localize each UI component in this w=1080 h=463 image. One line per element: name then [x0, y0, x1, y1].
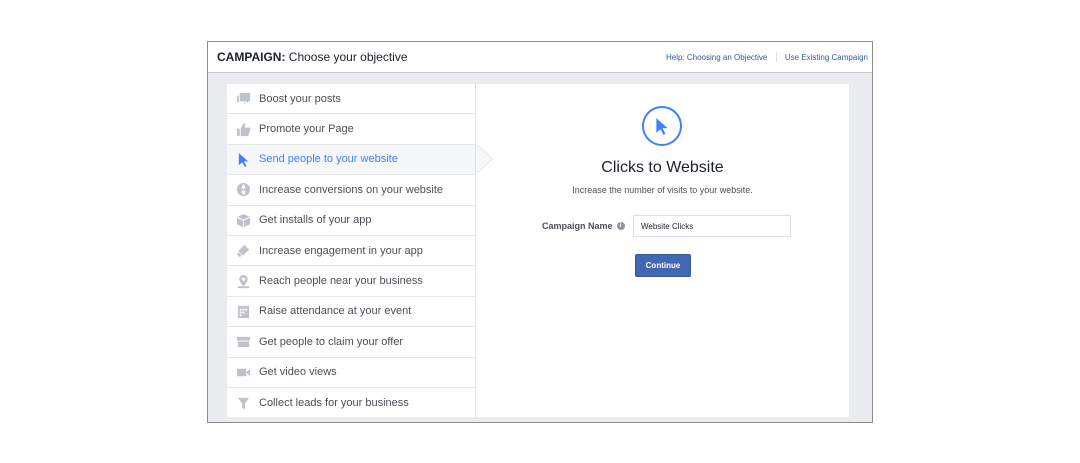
objective-label: Raise attendance at your event [259, 305, 412, 318]
objective-app-installs[interactable]: Get installs of your app [227, 206, 475, 236]
objective-label: Collect leads for your business [259, 397, 409, 410]
objective-app-engagement[interactable]: Increase engagement in your app [227, 236, 475, 267]
thumbs-up-icon [235, 121, 251, 137]
gamepad-icon [235, 243, 251, 259]
campaign-name-label-text: Campaign Name [542, 221, 613, 231]
objective-increase-conversions[interactable]: Increase conversions on your website [227, 175, 475, 206]
dialog-title: CAMPAIGN: Choose your objective [217, 50, 408, 64]
title-text: Choose your objective [288, 50, 408, 64]
detail-title: Clicks to Website [601, 159, 724, 176]
objective-label: Send people to your website [259, 153, 398, 166]
objective-offer-claims[interactable]: Get people to claim your offer [227, 327, 475, 358]
objective-event-attendance[interactable]: Raise attendance at your event [227, 297, 475, 328]
box-icon [235, 212, 251, 228]
location-pin-icon [235, 273, 251, 289]
posts-icon [235, 91, 251, 107]
header-links: Help: Choosing an Objective Use Existing… [666, 52, 868, 62]
objective-panel: Boost your posts Promote your Page Send … [227, 84, 849, 417]
campaign-name-label: Campaign Name i [542, 221, 625, 231]
objective-label: Get people to claim your offer [259, 335, 404, 348]
objective-label: Get installs of your app [259, 214, 372, 227]
continue-button[interactable]: Continue [635, 254, 691, 277]
objective-label: Boost your posts [259, 92, 341, 105]
cursor-icon [235, 151, 251, 167]
detail-description: Increase the number of visits to your we… [572, 185, 753, 195]
objective-detail: Clicks to Website Increase the number of… [476, 84, 849, 417]
objective-label: Reach people near your business [259, 275, 423, 288]
campaign-dialog: CAMPAIGN: Choose your objective Help: Ch… [207, 41, 873, 423]
objective-promote-page[interactable]: Promote your Page [227, 114, 475, 145]
objective-local-awareness[interactable]: Reach people near your business [227, 266, 475, 297]
objective-list: Boost your posts Promote your Page Send … [227, 84, 493, 418]
campaign-name-input[interactable] [633, 215, 791, 237]
objective-send-to-website[interactable]: Send people to your website [227, 143, 493, 176]
calendar-icon [235, 303, 251, 319]
objective-boost-posts[interactable]: Boost your posts [227, 84, 475, 115]
funnel-icon [235, 395, 251, 411]
use-existing-campaign-link[interactable]: Use Existing Campaign [785, 53, 868, 62]
objective-label: Increase engagement in your app [259, 244, 423, 257]
objective-label: Get video views [259, 366, 337, 379]
objective-label: Increase conversions on your website [259, 183, 444, 196]
cursor-icon [642, 106, 682, 146]
info-icon[interactable]: i [616, 222, 625, 230]
offer-icon [235, 334, 251, 350]
objective-label: Promote your Page [259, 123, 354, 136]
dialog-header: CAMPAIGN: Choose your objective Help: Ch… [208, 42, 872, 73]
title-prefix: CAMPAIGN: [217, 50, 286, 64]
link-divider [775, 52, 777, 62]
video-camera-icon [235, 364, 251, 380]
globe-icon [235, 182, 251, 198]
help-link[interactable]: Help: Choosing an Objective [666, 53, 767, 62]
objective-lead-generation[interactable]: Collect leads for your business [227, 388, 475, 418]
objective-video-views[interactable]: Get video views [227, 358, 475, 388]
